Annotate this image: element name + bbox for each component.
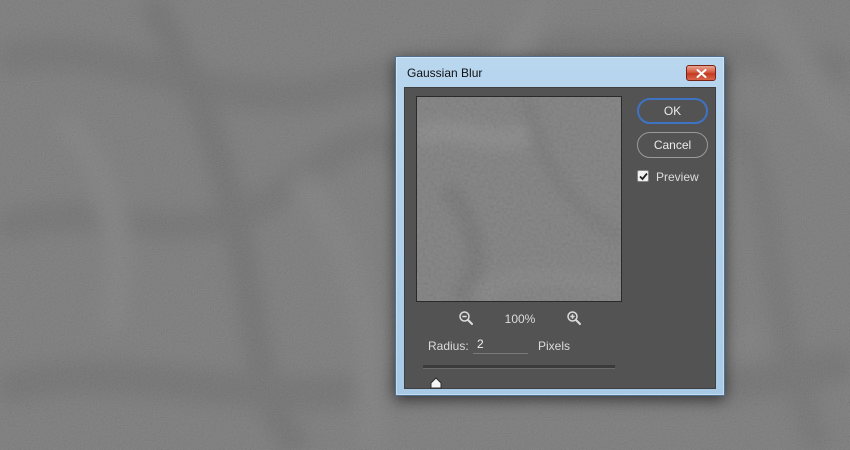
preview-checkbox[interactable] — [637, 170, 649, 182]
ok-button[interactable]: OK — [637, 98, 708, 124]
close-button[interactable] — [686, 65, 716, 81]
dialog-titlebar[interactable]: Gaussian Blur — [396, 57, 724, 87]
close-icon — [696, 69, 707, 78]
slider-thumb-icon — [430, 377, 442, 389]
preview-checkbox-label: Preview — [656, 170, 699, 184]
dialog-title: Gaussian Blur — [407, 66, 483, 80]
checkmark-icon — [639, 172, 648, 181]
radius-input[interactable] — [473, 334, 528, 354]
zoom-out-icon — [459, 311, 473, 325]
zoom-out-button[interactable] — [458, 310, 474, 326]
radius-slider-track[interactable] — [423, 365, 615, 369]
gaussian-blur-dialog: Gaussian Blur 100% Radius: 2 Pixels OK C… — [395, 56, 725, 396]
zoom-controls: 100% — [405, 310, 635, 330]
radius-unit-label: Pixels — [538, 339, 571, 353]
cancel-button[interactable]: Cancel — [637, 132, 708, 158]
zoom-level: 100% — [504, 312, 536, 326]
radius-label: Radius: — [428, 339, 469, 353]
zoom-in-button[interactable] — [566, 310, 582, 326]
zoom-in-icon — [567, 311, 581, 325]
radius-slider-thumb[interactable] — [430, 374, 442, 389]
preview-checkbox-row[interactable]: Preview — [637, 169, 727, 185]
blur-preview-image[interactable] — [416, 96, 622, 302]
dialog-body: 100% Radius: Pixels OK Cancel — [404, 87, 716, 389]
